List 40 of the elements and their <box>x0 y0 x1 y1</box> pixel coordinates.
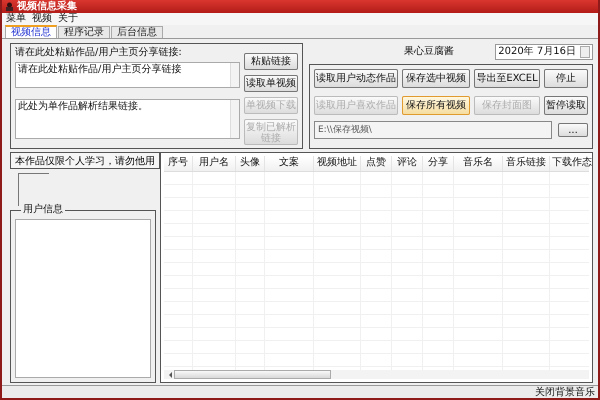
action-button[interactable]: 保存选中视频 <box>402 69 470 88</box>
scrollbar[interactable] <box>230 100 239 138</box>
save-path-field[interactable]: E:\\保存视频\ <box>314 121 552 139</box>
menu-item[interactable]: 菜单 <box>6 13 26 25</box>
tab[interactable]: 程序记录 <box>58 26 110 38</box>
notice-button[interactable]: 本作品仅限个人学习，请勿他用 <box>10 152 160 169</box>
panel-title: 果心豆腐酱 <box>404 46 454 58</box>
status-text[interactable]: 关闭背景音乐 <box>535 386 595 398</box>
menu-item[interactable]: 关于 <box>58 13 78 25</box>
tab[interactable]: 视频信息 <box>5 25 57 38</box>
panel-title: 请在此处粘贴作品/用户主页分享链接: <box>15 47 183 59</box>
action-button[interactable]: 读取单视频 <box>244 75 298 92</box>
app-icon <box>5 2 14 11</box>
column-header[interactable]: 用户名 <box>193 156 236 171</box>
action-button[interactable]: 停止 <box>544 69 588 88</box>
column-header[interactable]: 评论 <box>392 156 423 171</box>
column-header[interactable]: 文案 <box>265 156 314 171</box>
column-header[interactable]: 音乐链接 <box>503 156 550 171</box>
column-header[interactable]: 视频地址 <box>314 156 361 171</box>
column-header[interactable]: 序号 <box>164 156 193 171</box>
action-button[interactable]: 粘贴链接 <box>244 53 298 70</box>
column-header[interactable]: 分享 <box>423 156 454 171</box>
column-header[interactable]: 音乐名 <box>454 156 503 171</box>
column-header[interactable]: 下载作态 <box>550 156 592 171</box>
action-button[interactable]: 保存所有视频 <box>402 96 470 115</box>
scrollbar[interactable] <box>230 63 239 87</box>
window-title: 视频信息采集 <box>17 0 77 12</box>
link-input-field[interactable]: 请在此处粘贴作品/用户主页分享链接 <box>15 62 240 88</box>
action-button[interactable]: 导出至EXCEL <box>474 69 540 88</box>
browse-button[interactable]: ... <box>558 123 588 137</box>
action-button[interactable]: 读取用户动态作品 <box>314 69 398 88</box>
action-button[interactable]: 暂停读取 <box>544 96 588 115</box>
date-picker[interactable]: 2020年 7月16日 <box>495 44 593 60</box>
menu-item[interactable]: 视频 <box>32 13 52 25</box>
horizontal-scrollbar[interactable] <box>164 370 589 379</box>
column-header[interactable]: 点赞 <box>361 156 392 171</box>
tab[interactable]: 后台信息 <box>111 26 163 38</box>
column-header[interactable]: 头像 <box>236 156 265 171</box>
group-title: 用户信息 <box>21 204 65 216</box>
result-field[interactable]: 此处为单作品解析结果链接。 <box>15 99 240 139</box>
